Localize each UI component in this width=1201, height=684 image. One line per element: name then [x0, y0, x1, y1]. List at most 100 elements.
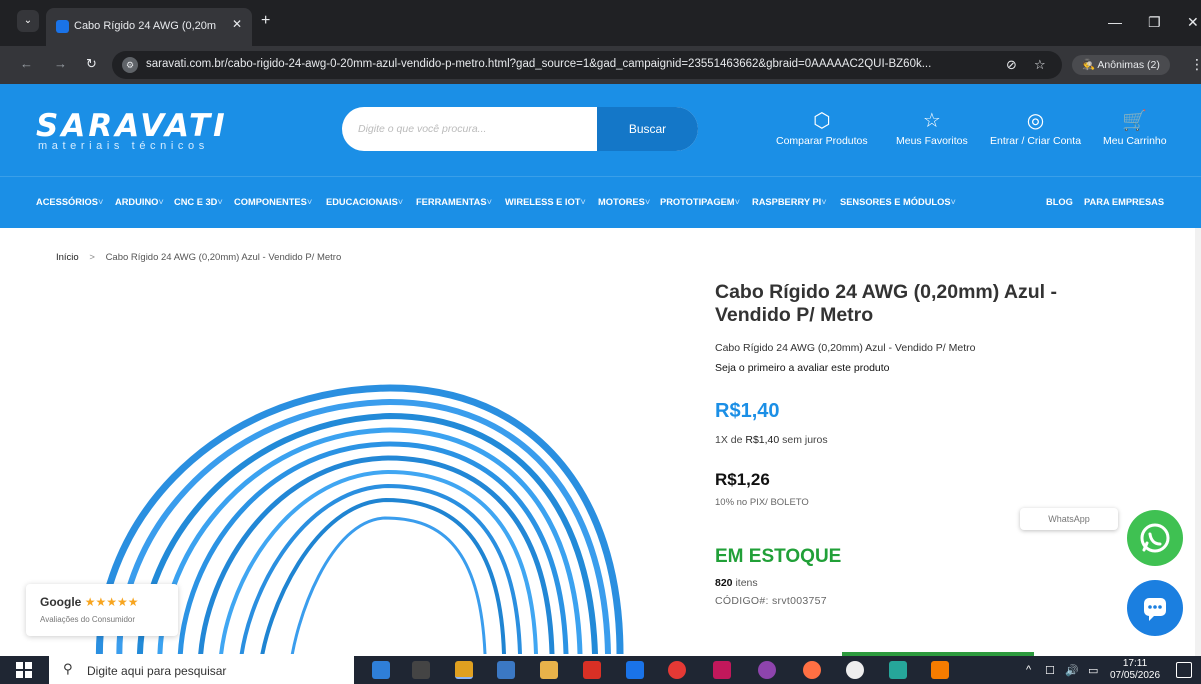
browser-toolbar: ← → ↻ ⚙ saravati.com.br/cabo-rigido-24-a… [0, 46, 1201, 84]
menu-item-sensores-modulos[interactable]: SENSORES E MÓDULOS˅ [840, 197, 956, 207]
windows-taskbar: ⚲ Digite aqui para pesquisar ^ ☐ 🔊 ▭ 17:… [0, 656, 1201, 684]
search-button[interactable]: Buscar [597, 107, 698, 151]
whatsapp-button[interactable] [1127, 510, 1183, 566]
chrome-taskbar-icon[interactable] [455, 661, 473, 679]
url-text[interactable]: saravati.com.br/cabo-rigido-24-awg-0-20m… [146, 58, 986, 70]
menu-item-blog[interactable]: BLOG [1046, 197, 1073, 207]
tray-chevron-icon[interactable]: ^ [1026, 664, 1031, 676]
taskbar-app-7-icon[interactable] [626, 661, 644, 679]
rating-link[interactable]: Seja o primeiro a avaliar este produto [715, 362, 890, 374]
product-subtitle: Cabo Rígido 24 AWG (0,20mm) Azul - Vendi… [715, 342, 976, 354]
menu-item-arduino[interactable]: ARDUINO˅ [115, 197, 164, 207]
site-info-icon[interactable]: ⚙ [122, 57, 138, 73]
incognito-icon: 🕵 [1082, 59, 1098, 71]
menu-item-wireless-iot[interactable]: WIRELESS E IOT˅ [505, 197, 586, 207]
menu-item-para-empresas[interactable]: PARA EMPRESAS [1084, 197, 1164, 207]
pix-note: 10% no PIX/ BOLETO [715, 497, 809, 508]
file-explorer-icon[interactable] [540, 661, 558, 679]
stock-quantity: 820 itens [715, 577, 758, 589]
menu-item-ferramentas[interactable]: FERRAMENTAS˅ [416, 197, 492, 207]
forward-icon[interactable]: → [54, 56, 67, 71]
whatsapp-icon [1140, 523, 1170, 553]
eye-off-icon[interactable]: ⊘ [1006, 57, 1017, 73]
address-bar[interactable]: ⚙ saravati.com.br/cabo-rigido-24-awg-0-2… [112, 51, 1062, 79]
close-window-icon[interactable]: ✕ [1187, 14, 1199, 31]
favorites-link[interactable]: ☆ Meus Favoritos [896, 110, 968, 147]
tray-network-icon[interactable]: ☐ [1045, 664, 1055, 677]
cart-link[interactable]: 🛒 Meu Carrinho [1103, 110, 1167, 147]
tray-monitor-icon[interactable]: ▭ [1088, 664, 1098, 677]
menu-item-acessorios[interactable]: ACESSÓRIOS˅ [36, 197, 103, 207]
whatsapp-tooltip: WhatsApp [1020, 508, 1118, 530]
menu-item-educacionais[interactable]: EDUCACIONAIS˅ [326, 197, 403, 207]
taskbar-app-10-icon[interactable] [758, 661, 776, 679]
tab-close-icon[interactable]: ✕ [232, 17, 242, 31]
chat-button[interactable] [1127, 580, 1183, 636]
user-icon: ◎ [1026, 110, 1045, 132]
taskbar-app-6-icon[interactable] [583, 661, 601, 679]
breadcrumb-home-link[interactable]: Início [56, 252, 79, 263]
browser-tab-active[interactable]: Cabo Rígido 24 AWG (0,20mm) ✕ [46, 8, 252, 46]
taskbar-app-14-icon[interactable] [931, 661, 949, 679]
favorites-label: Meus Favoritos [896, 135, 968, 147]
menu-item-prototipagem[interactable]: PROTOTIPAGEM˅ [660, 197, 740, 207]
google-title: Google ★★★★★ [40, 595, 139, 609]
taskbar-app-12-icon[interactable] [846, 661, 864, 679]
minimize-icon[interactable]: — [1108, 14, 1122, 30]
back-icon[interactable]: ← [20, 56, 33, 71]
product-price: R$1,40 [715, 400, 780, 422]
menu-item-motores[interactable]: MOTORES˅ [598, 197, 650, 207]
search-box: Buscar [342, 107, 698, 151]
windows-start-icon[interactable] [16, 662, 32, 678]
browser-tab-bar: ⌄ Cabo Rígido 24 AWG (0,20mm) ✕ + — ❐ ✕ [0, 0, 1201, 46]
product-code: CÓDIGO#: srvt003757 [715, 595, 827, 607]
taskbar-app-2-icon[interactable] [412, 661, 430, 679]
clock-date: 07/05/2026 [1110, 670, 1161, 681]
new-tab-button[interactable]: + [261, 12, 270, 30]
taskbar-app-4-icon[interactable] [497, 661, 515, 679]
tab-favicon-icon [56, 20, 69, 33]
bookmark-star-icon[interactable]: ☆ [1034, 57, 1046, 73]
page-scrollbar[interactable] [1195, 228, 1201, 656]
taskbar-clock[interactable]: 17:11 07/05/2026 [1110, 658, 1160, 682]
compare-products-link[interactable]: ⬡ Comparar Produtos [776, 110, 868, 147]
reload-icon[interactable]: ↻ [86, 56, 97, 72]
restore-icon[interactable]: ❐ [1148, 14, 1161, 31]
taskbar-app-8-icon[interactable] [668, 661, 686, 679]
chat-bubble-icon [1144, 598, 1166, 621]
breadcrumb-separator: > [89, 252, 95, 263]
incognito-label: Anônimas (2) [1097, 59, 1160, 71]
notification-center-icon[interactable] [1176, 662, 1192, 678]
stock-status: EM ESTOQUE [715, 546, 842, 567]
site-logo[interactable]: SARAVATI [36, 108, 228, 144]
tray-volume-icon[interactable]: 🔊 [1065, 664, 1079, 677]
login-link[interactable]: ◎ Entrar / Criar Conta [990, 110, 1081, 147]
incognito-badge[interactable]: 🕵 Anônimas (2) [1072, 55, 1170, 75]
compare-products-label: Comparar Produtos [776, 135, 868, 147]
cart-icon: 🛒 [1122, 110, 1148, 132]
menu-item-raspberry-pi[interactable]: RASPBERRY PI˅ [752, 197, 827, 207]
pix-price: R$1,26 [715, 470, 770, 489]
tab-list-dropdown-icon[interactable]: ⌄ [17, 10, 39, 32]
taskbar-app-11-icon[interactable] [803, 661, 821, 679]
breadcrumb: Início > Cabo Rígido 24 AWG (0,20mm) Azu… [56, 252, 341, 263]
browser-menu-icon[interactable]: ⋮ [1190, 56, 1201, 73]
installment-info: 1X de R$1,40 sem juros [715, 434, 828, 446]
tab-title: Cabo Rígido 24 AWG (0,20mm) [74, 20, 216, 32]
menu-item-componentes[interactable]: COMPONENTES˅ [234, 197, 312, 207]
star-rating-icon: ★★★★★ [84, 595, 139, 609]
clock-time: 17:11 [1122, 658, 1148, 669]
star-icon: ☆ [922, 110, 941, 132]
taskbar-search-placeholder: Digite aqui para pesquisar [87, 664, 227, 678]
taskbar-app-9-icon[interactable] [713, 661, 731, 679]
taskbar-app-1-icon[interactable] [372, 661, 390, 679]
menu-item-cnc-3d[interactable]: CNC E 3D˅ [174, 197, 223, 207]
site-header: SARAVATI materiais técnicos Buscar ⬡ Com… [0, 84, 1201, 176]
google-reviews-badge[interactable]: Google ★★★★★ Avaliações do Consumidor [26, 584, 178, 636]
cart-label: Meu Carrinho [1103, 135, 1167, 147]
taskbar-search[interactable]: ⚲ Digite aqui para pesquisar [49, 656, 354, 684]
search-input[interactable] [342, 107, 598, 151]
google-subtitle: Avaliações do Consumidor [40, 615, 136, 624]
category-menu: ACESSÓRIOS˅ ARDUINO˅ CNC E 3D˅ COMPONENT… [0, 176, 1201, 228]
taskbar-app-13-icon[interactable] [889, 661, 907, 679]
